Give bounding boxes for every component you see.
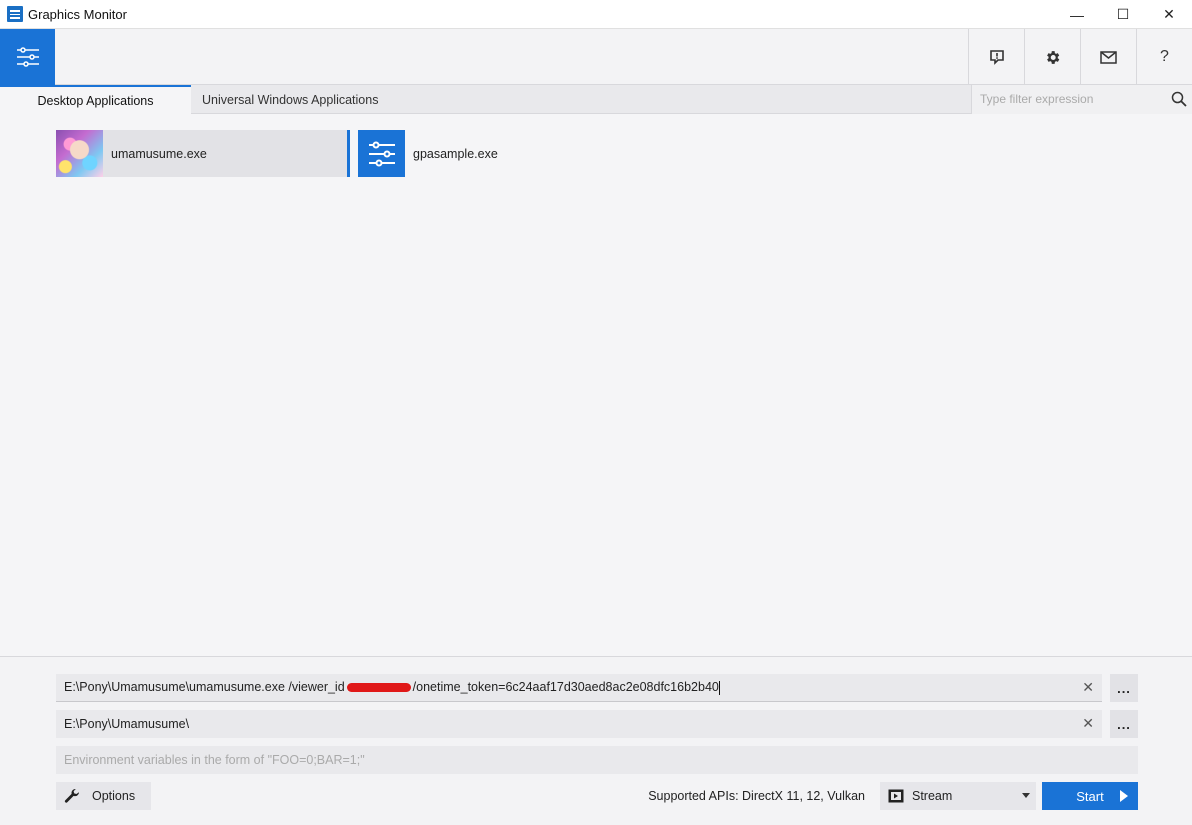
wrench-icon (64, 788, 79, 803)
feedback-icon (989, 50, 1004, 65)
stream-icon (888, 789, 904, 803)
app-logo-icon (7, 6, 23, 22)
menu-button[interactable] (0, 29, 55, 85)
clear-command-button[interactable]: ✕ (1082, 679, 1094, 696)
toolbar-actions: ? (968, 29, 1192, 85)
window-controls: — ☐ ✕ (1054, 0, 1192, 29)
command-line-input[interactable]: E:\Pony\Umamusume\umamusume.exe /viewer_… (56, 674, 1102, 702)
app-tile-gpasample[interactable]: gpasample.exe (358, 130, 558, 177)
search-icon[interactable] (1171, 91, 1187, 107)
play-icon (1120, 790, 1128, 802)
feedback-button[interactable] (968, 29, 1024, 85)
working-directory-input[interactable]: E:\Pony\Umamusume\ ✕ (56, 710, 1102, 738)
settings-button[interactable] (1024, 29, 1080, 85)
gpasample-app-icon (358, 130, 405, 177)
filter-input[interactable] (972, 85, 1162, 113)
toolbar: ? (0, 29, 1192, 85)
sliders-icon (368, 141, 395, 166)
options-label: Options (92, 789, 136, 803)
app-tile-label: umamusume.exe (111, 146, 207, 161)
chevron-down-icon (1022, 793, 1030, 798)
clear-directory-button[interactable]: ✕ (1082, 715, 1094, 732)
browse-directory-button[interactable]: ... (1110, 710, 1138, 738)
environment-placeholder: Environment variables in the form of "FO… (64, 753, 365, 767)
filter-box (971, 85, 1192, 114)
start-button[interactable]: Start (1042, 782, 1138, 810)
minimize-button[interactable]: — (1054, 0, 1100, 29)
capture-mode-select[interactable]: Stream (880, 782, 1036, 810)
close-button[interactable]: ✕ (1146, 0, 1192, 29)
browse-executable-button[interactable]: ... (1110, 674, 1138, 702)
sliders-icon (16, 47, 39, 67)
title-bar: Graphics Monitor — ☐ ✕ (0, 0, 1192, 29)
command-line-value: E:\Pony\Umamusume\umamusume.exe /viewer_… (64, 680, 720, 695)
options-button[interactable]: Options (56, 782, 151, 810)
redaction-mark (346, 683, 411, 693)
app-tile-label: gpasample.exe (413, 146, 498, 161)
launch-panel: E:\Pony\Umamusume\umamusume.exe /viewer_… (0, 656, 1192, 825)
mail-icon (1100, 50, 1117, 64)
capture-mode-value: Stream (912, 789, 953, 803)
tab-desktop-applications[interactable]: Desktop Applications (0, 85, 191, 114)
help-button[interactable]: ? (1136, 29, 1192, 85)
tab-universal-windows-applications[interactable]: Universal Windows Applications (191, 85, 391, 114)
supported-apis-text: Supported APIs: DirectX 11, 12, Vulkan (648, 789, 865, 803)
app-tile-umamusume[interactable]: umamusume.exe (56, 130, 350, 177)
tabs-row: Desktop Applications Universal Windows A… (0, 85, 1192, 114)
maximize-button[interactable]: ☐ (1100, 0, 1146, 29)
start-label: Start (1076, 788, 1104, 804)
environment-variables-input[interactable]: Environment variables in the form of "FO… (56, 746, 1138, 774)
mail-button[interactable] (1080, 29, 1136, 85)
umamusume-app-icon (56, 130, 103, 177)
gear-icon (1047, 50, 1060, 64)
window-title: Graphics Monitor (28, 6, 127, 22)
working-directory-value: E:\Pony\Umamusume\ (64, 717, 190, 731)
